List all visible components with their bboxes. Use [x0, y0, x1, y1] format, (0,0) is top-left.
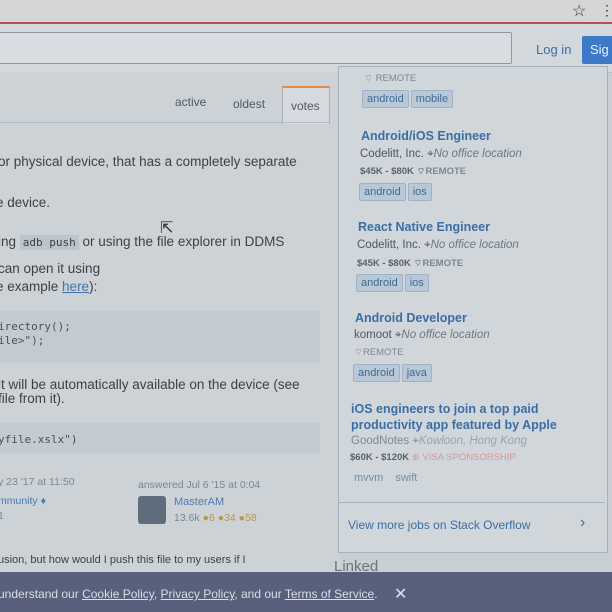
avatar[interactable] [138, 496, 166, 524]
tab-oldest[interactable]: oldest [233, 97, 265, 111]
browser-toolbar [0, 0, 612, 24]
job-salary: $60K - $120K ⊕ VISA SPONSORSHIP [350, 452, 516, 463]
job-company: komoot ⌖No office location [354, 329, 490, 341]
mouse-cursor-icon: ⇱ [160, 220, 174, 237]
chevron-right-icon[interactable]: › [580, 514, 585, 532]
search-input[interactable] [0, 32, 512, 64]
terms-of-service-link[interactable]: Terms of Service [285, 587, 374, 601]
answered-timestamp[interactable]: answered Jul 6 '15 at 0:04 [138, 479, 260, 491]
job-title-link[interactable]: Android/iOS Engineer [361, 129, 491, 143]
job-title-link[interactable]: Android Developer [355, 311, 467, 325]
remote-label: ⌔ REMOTE [364, 73, 417, 84]
login-link[interactable]: Log in [536, 42, 571, 57]
tag[interactable]: android [353, 364, 400, 382]
job-title-link[interactable]: React Native Engineer [358, 220, 490, 234]
view-more-jobs-link[interactable]: View more jobs on Stack Overflow [348, 518, 531, 532]
star-icon[interactable]: ☆ [572, 1, 586, 21]
cookie-policy-link[interactable]: Cookie Policy [82, 587, 154, 601]
job-salary: $45K - $80K ⌔REMOTE [360, 166, 467, 177]
answer-text-line: file from it). [0, 391, 65, 406]
visa-icon: ⊕ [411, 452, 423, 463]
author-reputation: 13.6k ●6 ●34 ●58 [174, 512, 257, 524]
tag[interactable]: swift [390, 469, 422, 487]
job-tags: android mobile [362, 89, 455, 108]
tag[interactable]: android [356, 274, 403, 292]
tag[interactable]: mvvm [349, 469, 388, 487]
answer-text-line: or physical device, that has a completel… [0, 154, 297, 169]
answer-text-line: can open it using [0, 261, 101, 276]
job-tags: mvvm swift [349, 468, 424, 487]
job-title-link[interactable]: productivity app featured by Apple [351, 418, 557, 432]
answer-text-line: e device. [0, 195, 51, 210]
here-link[interactable]: here [62, 279, 89, 294]
code-block [0, 311, 320, 363]
tab-votes[interactable]: votes [291, 99, 320, 113]
job-tags: android java [353, 363, 434, 382]
cookie-notice-text: understand our Cookie Policy, Privacy Po… [0, 587, 378, 601]
community-reputation: 1 [0, 510, 4, 522]
author-link[interactable]: MasterAM [174, 496, 224, 508]
more-icon[interactable]: ⋮ [600, 2, 612, 19]
tag[interactable]: mobile [410, 90, 454, 108]
community-user-link[interactable]: mmunity ♦ [0, 495, 46, 507]
job-company: Codelitt, Inc. ⌖No office location [357, 239, 519, 251]
tag[interactable]: ios [407, 183, 432, 201]
badge-counts: ●6 ●34 ●58 [202, 512, 257, 524]
comment-text: usion, but how would I push this file to… [0, 554, 246, 566]
code-line: irectory(); [0, 320, 71, 333]
answer-text-line: ing adb push or using the file explorer … [0, 234, 285, 250]
tabs-divider [0, 122, 330, 123]
close-icon[interactable]: ✕ [394, 584, 407, 604]
privacy-policy-link[interactable]: Privacy Policy [161, 587, 235, 601]
edited-timestamp[interactable]: y 23 '17 at 11:50 [0, 476, 75, 488]
job-salary: $45K - $80K ⌔REMOTE [357, 258, 464, 269]
tag[interactable]: ios [404, 274, 429, 292]
job-tags: android ios [359, 182, 434, 201]
tag[interactable]: android [362, 90, 409, 108]
divider [339, 502, 605, 503]
inline-code: adb push [19, 235, 79, 250]
tag[interactable]: java [401, 364, 432, 382]
job-company: GoodNotes ⌖Kowloon, Hong Kong [351, 435, 527, 447]
code-line: ile>"); [0, 334, 45, 347]
remote-label: ⌔REMOTE [354, 347, 404, 358]
tab-active[interactable]: active [175, 95, 206, 109]
job-title-link[interactable]: iOS engineers to join a top paid [351, 402, 539, 416]
tag[interactable]: android [359, 183, 406, 201]
job-company: Codelitt, Inc. ⌖No office location [360, 148, 522, 160]
answer-text-line: e example here): [0, 279, 98, 294]
signup-button[interactable]: Sig [582, 36, 612, 64]
wifi-icon: ⌔ [364, 73, 376, 84]
job-tags: android ios [356, 273, 431, 292]
answer-text-line: it will be automatically available on th… [0, 377, 300, 392]
code-line: yfile.xslx") [0, 433, 78, 446]
wifi-icon: ⌔ [354, 347, 363, 358]
